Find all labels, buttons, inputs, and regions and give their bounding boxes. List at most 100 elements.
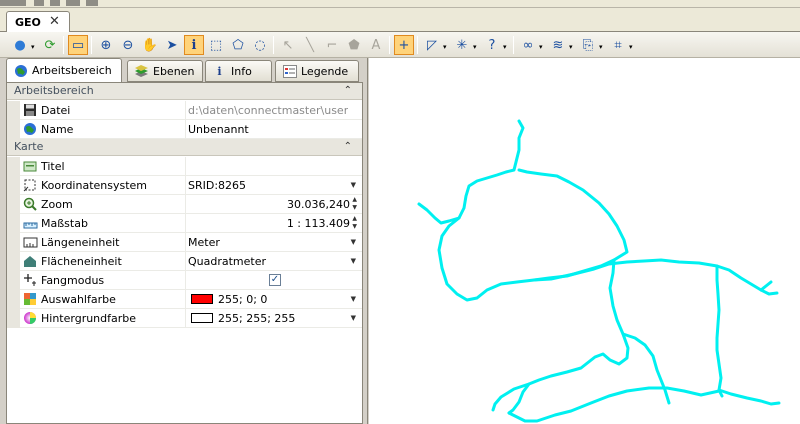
pan-hand-icon[interactable]: ✋	[140, 35, 160, 55]
draw-polyline-icon: ⌐	[326, 37, 338, 53]
dropdown-caret-icon[interactable]: ▾	[569, 43, 573, 51]
refresh-icon[interactable]: ⟳	[40, 35, 60, 55]
column-divider	[185, 271, 186, 290]
legend-icon	[282, 64, 297, 78]
dropdown-arrow-icon[interactable]: ▼	[351, 314, 356, 322]
map-line	[715, 264, 724, 398]
collapse-icon[interactable]: ⌃	[344, 139, 352, 155]
property-value[interactable]: Quadratmeter	[188, 255, 348, 268]
property-row-datei[interactable]: Datei d:\daten\connectmaster\userme...	[7, 101, 362, 120]
color-value: 255; 0; 0	[218, 293, 268, 306]
row-gutter	[7, 101, 20, 120]
property-name: Koordinatensystem	[41, 179, 148, 192]
tab-arbeitsbereich[interactable]: Arbeitsbereich	[6, 58, 122, 82]
background-color-icon	[23, 311, 38, 325]
property-row-zoom[interactable]: Zoom 30.036,240 ▲ ▼	[7, 195, 362, 214]
property-name: Fangmodus	[41, 274, 105, 287]
color-swatch	[191, 294, 213, 304]
property-name: Titel	[41, 160, 65, 173]
fangmodus-checkbox[interactable]: ✓	[269, 274, 281, 286]
strip-block	[86, 0, 98, 6]
draw-line-icon: ╲	[306, 37, 314, 53]
property-row-flaecheneinheit[interactable]: Flächeneinheit Quadratmeter ▼	[7, 252, 362, 271]
property-value[interactable]: SRID:8265	[188, 179, 348, 192]
dropdown-arrow-icon[interactable]: ▼	[351, 257, 356, 265]
tab-ebenen[interactable]: Ebenen	[127, 60, 203, 82]
property-name: Hintergrundfarbe	[41, 312, 137, 325]
zoom-out-icon[interactable]: ⊖	[118, 35, 138, 55]
property-value[interactable]: 30.036,240	[188, 198, 350, 211]
globe-icon[interactable]: ●	[10, 35, 30, 55]
layers-icon	[134, 64, 149, 78]
info-icon: i	[217, 64, 222, 78]
property-row-hintergrundfarbe[interactable]: Hintergrundfarbe 255; 255; 255 ▼	[7, 309, 362, 328]
dropdown-caret-icon[interactable]: ▾	[539, 43, 543, 51]
tab-info[interactable]: i Info	[205, 60, 272, 82]
layers-icon[interactable]: ≋	[548, 35, 568, 55]
row-gutter	[7, 195, 20, 214]
row-gutter	[7, 252, 20, 271]
measure-icon[interactable]: ◸	[422, 35, 442, 55]
map-canvas[interactable]	[369, 58, 800, 424]
print-settings-icon[interactable]: ⌗	[608, 35, 628, 55]
property-value: d:\daten\connectmaster\userme...	[188, 104, 348, 117]
property-value[interactable]: Meter	[188, 236, 348, 249]
document-tab-geo[interactable]: GEO ✕	[6, 11, 70, 33]
dropdown-caret-icon[interactable]: ▾	[503, 43, 507, 51]
collapse-icon[interactable]: ⌃	[344, 83, 352, 99]
spin-buttons-icon[interactable]: ▲ ▼	[352, 215, 357, 231]
window-icon[interactable]: ▭	[68, 35, 88, 55]
rect-select-icon[interactable]: ⬚	[206, 35, 226, 55]
close-icon[interactable]: ✕	[49, 14, 60, 29]
property-row-massstab[interactable]: Maßstab 1 : 113.409 ▲ ▼	[7, 214, 362, 233]
snap-icon[interactable]: +	[394, 35, 414, 55]
property-row-laengeneinheit[interactable]: Längeneinheit Meter ▼	[7, 233, 362, 252]
export-icon[interactable]: ⎘	[578, 35, 598, 55]
strip-block	[66, 0, 80, 6]
category-karte[interactable]: Karte ⌃	[7, 139, 362, 156]
property-row-name[interactable]: Name Unbenannt	[7, 120, 362, 139]
row-gutter	[7, 120, 20, 139]
property-row-koordinatensystem[interactable]: Koordinatensystem SRID:8265 ▼	[7, 176, 362, 195]
column-divider	[185, 252, 186, 271]
dropdown-arrow-icon[interactable]: ▼	[351, 181, 356, 189]
zoom-in-icon[interactable]: ⊕	[96, 35, 116, 55]
property-value[interactable]: 1 : 113.409	[188, 217, 350, 230]
dropdown-caret-icon[interactable]: ▾	[599, 43, 603, 51]
tab-legende[interactable]: Legende	[275, 60, 359, 82]
map-line	[491, 382, 531, 412]
row-gutter	[7, 214, 20, 233]
crosshair-icon[interactable]: ✳	[452, 35, 472, 55]
property-row-titel[interactable]: Titel	[7, 157, 362, 176]
dropdown-arrow-icon[interactable]: ▼	[351, 238, 356, 246]
area-icon	[23, 254, 38, 268]
column-divider	[185, 195, 186, 214]
select-arrow-icon[interactable]: ➤	[162, 35, 182, 55]
dropdown-caret-icon[interactable]: ▾	[629, 43, 633, 51]
property-name: Name	[41, 123, 74, 136]
question-arrow-icon[interactable]: ?	[482, 35, 502, 55]
polygon-select-icon[interactable]: ⬠	[228, 35, 248, 55]
dropdown-caret-icon[interactable]: ▾	[31, 43, 35, 51]
binoculars-icon[interactable]: ∞	[518, 35, 538, 55]
dropdown-arrow-icon[interactable]: ▼	[351, 295, 356, 303]
strip-block	[0, 0, 26, 6]
spin-buttons-icon[interactable]: ▲ ▼	[352, 196, 357, 212]
row-gutter	[7, 176, 20, 195]
toolbar-separator	[273, 36, 274, 54]
document-tab-bar: GEO ✕	[0, 8, 800, 33]
row-gutter	[7, 271, 20, 290]
toolbar-separator	[91, 36, 92, 54]
property-row-auswahlfarbe[interactable]: Auswahlfarbe 255; 0; 0 ▼	[7, 290, 362, 309]
column-divider	[185, 157, 186, 176]
property-row-fangmodus[interactable]: Fangmodus ✓	[7, 271, 362, 290]
category-arbeitsbereich[interactable]: Arbeitsbereich ⌃	[7, 83, 362, 100]
dropdown-caret-icon[interactable]: ▾	[473, 43, 477, 51]
document-tab-label: GEO	[15, 16, 41, 29]
info-icon[interactable]: i	[184, 35, 204, 55]
map-line	[507, 258, 630, 415]
dropdown-caret-icon[interactable]: ▾	[443, 43, 447, 51]
circle-select-icon[interactable]: ◌	[250, 35, 270, 55]
property-value[interactable]: 255; 0; 0	[188, 293, 348, 306]
property-value[interactable]: 255; 255; 255	[188, 312, 348, 325]
